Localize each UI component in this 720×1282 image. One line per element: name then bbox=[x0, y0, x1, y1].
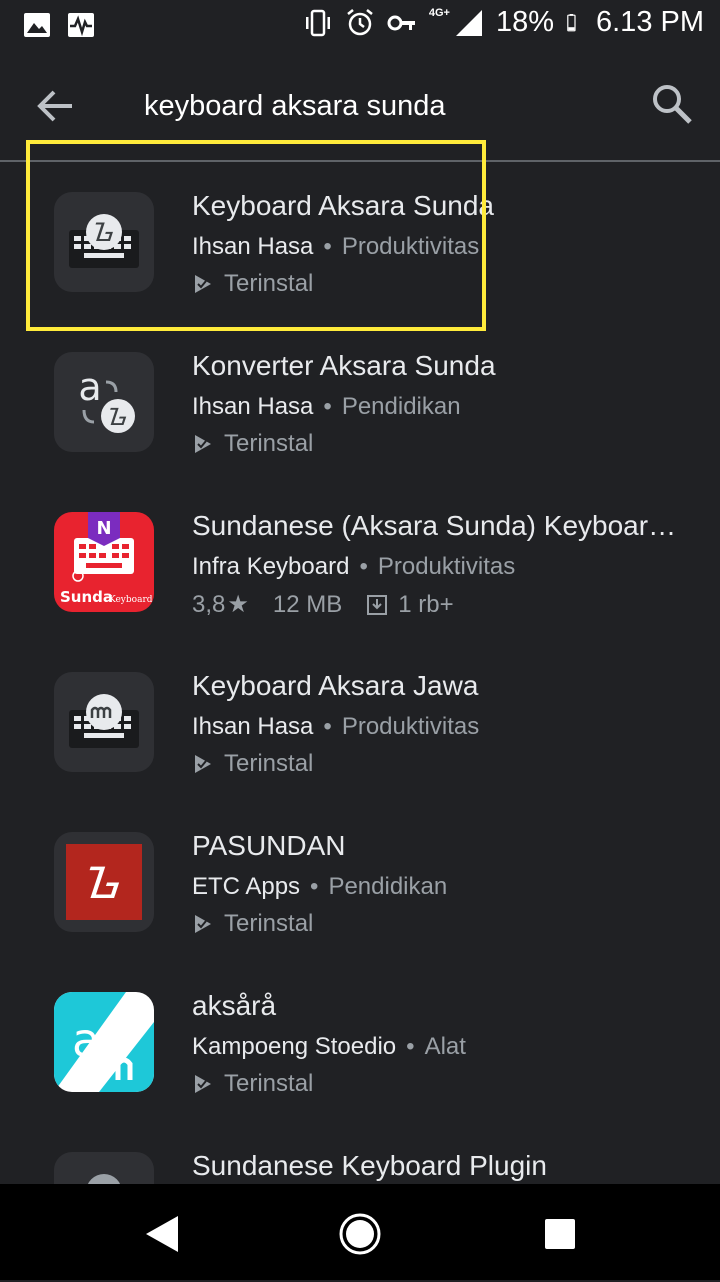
svg-text:ᮌ: ᮌ bbox=[108, 403, 127, 431]
app-title: Keyboard Aksara Sunda bbox=[192, 190, 494, 221]
installed-icon bbox=[195, 1075, 211, 1093]
keyboard-aksara-jawa-app-icon bbox=[54, 672, 154, 772]
vibrate-icon bbox=[305, 9, 330, 36]
installed-label: Terinstal bbox=[224, 750, 314, 777]
nav-recents-icon[interactable] bbox=[538, 1212, 582, 1256]
alarm-icon bbox=[347, 8, 373, 35]
infra-keyboard-app-icon: N Sunda Keyboard bbox=[54, 512, 154, 612]
app-category: Produktivitas bbox=[341, 713, 480, 740]
installed-icon bbox=[195, 275, 211, 293]
star-icon: ★ bbox=[227, 591, 249, 618]
app-item-pasundan[interactable]: ᮌ PASUNDAN ETC Apps • Pendidikan Terinstal bbox=[0, 802, 720, 962]
app-category: Alat bbox=[424, 1033, 466, 1060]
svg-text:N: N bbox=[96, 518, 111, 539]
download-icon bbox=[367, 594, 388, 615]
app-meta: Kampoeng Stoedio • Alat bbox=[192, 1033, 466, 1061]
search-results-list: ᮌ Keyboard Aksara Sunda Ihsan Hasa • Produ… bbox=[0, 140, 720, 1282]
svg-text:a: a bbox=[78, 365, 101, 409]
app-meta: Ihsan Hasa • Produktivitas bbox=[192, 233, 479, 261]
svg-text:ᮌ: ᮌ bbox=[94, 218, 115, 248]
svg-text:a: a bbox=[72, 1013, 100, 1067]
separator-dot: • bbox=[323, 233, 332, 260]
app-title: Keyboard Aksara Jawa bbox=[192, 670, 479, 701]
aksara-app-icon: a bbox=[54, 992, 154, 1092]
app-status: Terinstal bbox=[192, 750, 313, 778]
status-bar: 4G+ 18% 6.13 PM bbox=[0, 0, 720, 50]
back-arrow-icon[interactable] bbox=[34, 84, 78, 128]
separator-dot: • bbox=[359, 553, 368, 580]
infra-icon-text: Sunda bbox=[60, 588, 113, 606]
app-title: aksårå bbox=[192, 990, 277, 1021]
app-meta: Ihsan Hasa • Pendidikan bbox=[192, 393, 461, 421]
app-rating: 3,8 bbox=[192, 590, 226, 618]
app-title: Sundanese Keyboard Plugin bbox=[192, 1150, 547, 1181]
separator-dot: • bbox=[323, 713, 332, 740]
app-item-keyboard-aksara-sunda[interactable]: ᮌ Keyboard Aksara Sunda Ihsan Hasa • Produ… bbox=[0, 140, 720, 331]
separator-dot: • bbox=[310, 873, 319, 900]
app-item-keyboard-aksara-jawa[interactable]: Keyboard Aksara Jawa Ihsan Hasa • Produkti… bbox=[0, 642, 720, 802]
app-size: 12 MB bbox=[272, 590, 343, 618]
app-category: Pendidikan bbox=[341, 393, 461, 420]
app-developer: Kampoeng Stoedio bbox=[192, 1033, 397, 1060]
separator-dot: • bbox=[406, 1033, 415, 1060]
app-status: Terinstal bbox=[192, 1070, 313, 1098]
app-status: Terinstal bbox=[192, 910, 313, 938]
installed-icon bbox=[195, 755, 211, 773]
battery-icon bbox=[567, 13, 576, 31]
nav-back-icon[interactable] bbox=[140, 1212, 184, 1256]
nav-home-icon[interactable] bbox=[338, 1212, 382, 1256]
signal-icon bbox=[455, 9, 482, 36]
search-input[interactable] bbox=[144, 86, 604, 126]
konverter-aksara-sunda-app-icon: a ᮌ bbox=[54, 352, 154, 452]
app-developer: Infra Keyboard bbox=[192, 553, 350, 580]
vpn-key-icon bbox=[387, 15, 415, 30]
installed-label: Terinstal bbox=[224, 910, 314, 937]
app-stats: 3,8 ★ 12 MB 1 rb+ bbox=[192, 590, 454, 619]
app-title: PASUNDAN bbox=[192, 830, 346, 861]
svg-text:ᮌ: ᮌ bbox=[86, 858, 121, 909]
app-category: Produktivitas bbox=[341, 233, 480, 260]
installed-label: Terinstal bbox=[224, 430, 314, 457]
app-meta: Ihsan Hasa • Produktivitas bbox=[192, 713, 479, 741]
app-category: Pendidikan bbox=[328, 873, 448, 900]
app-title: Konverter Aksara Sunda bbox=[192, 350, 496, 381]
app-developer: ETC Apps bbox=[192, 873, 301, 900]
image-notification-icon bbox=[24, 13, 50, 37]
installed-label: Terinstal bbox=[224, 270, 314, 297]
app-developer: Ihsan Hasa bbox=[192, 393, 314, 420]
app-developer: Ihsan Hasa bbox=[192, 233, 314, 260]
app-status: Terinstal bbox=[192, 270, 313, 298]
pasundan-app-icon: ᮌ bbox=[54, 832, 154, 932]
search-bar bbox=[0, 58, 720, 154]
app-developer: Ihsan Hasa bbox=[192, 713, 314, 740]
app-item-aksara[interactable]: a aksårå Kampoeng Stoedio • Alat Terinstal bbox=[0, 962, 720, 1122]
network-type: 4G+ bbox=[428, 6, 450, 19]
activity-notification-icon bbox=[68, 13, 94, 37]
app-status: Terinstal bbox=[192, 430, 313, 458]
app-meta: Infra Keyboard • Produktivitas bbox=[192, 553, 515, 581]
infra-icon-subtext: Keyboard bbox=[109, 595, 153, 605]
installed-label: Terinstal bbox=[224, 1070, 314, 1097]
keyboard-aksara-sunda-app-icon: ᮌ bbox=[54, 192, 154, 292]
app-item-sundanese-infra-keyboard[interactable]: N Sunda Keyboard Sundanese (Aksara Sunda… bbox=[0, 482, 720, 642]
app-title: Sundanese (Aksara Sunda) Keyboard : Infr… bbox=[192, 510, 682, 541]
battery-percent: 18% bbox=[495, 6, 554, 38]
installed-icon bbox=[195, 435, 211, 453]
system-navigation-bar bbox=[0, 1184, 720, 1280]
separator-dot: • bbox=[323, 393, 332, 420]
app-meta: ETC Apps • Pendidikan bbox=[192, 873, 447, 901]
clock: 6.13 PM bbox=[596, 6, 704, 38]
app-category: Produktivitas bbox=[377, 553, 516, 580]
app-item-konverter-aksara-sunda[interactable]: a ᮌ Konverter Aksara Sunda Ihsan Hasa • Pe… bbox=[0, 322, 720, 482]
app-downloads: 1 rb+ bbox=[398, 590, 454, 618]
search-icon[interactable] bbox=[650, 82, 694, 126]
installed-icon bbox=[195, 915, 211, 933]
